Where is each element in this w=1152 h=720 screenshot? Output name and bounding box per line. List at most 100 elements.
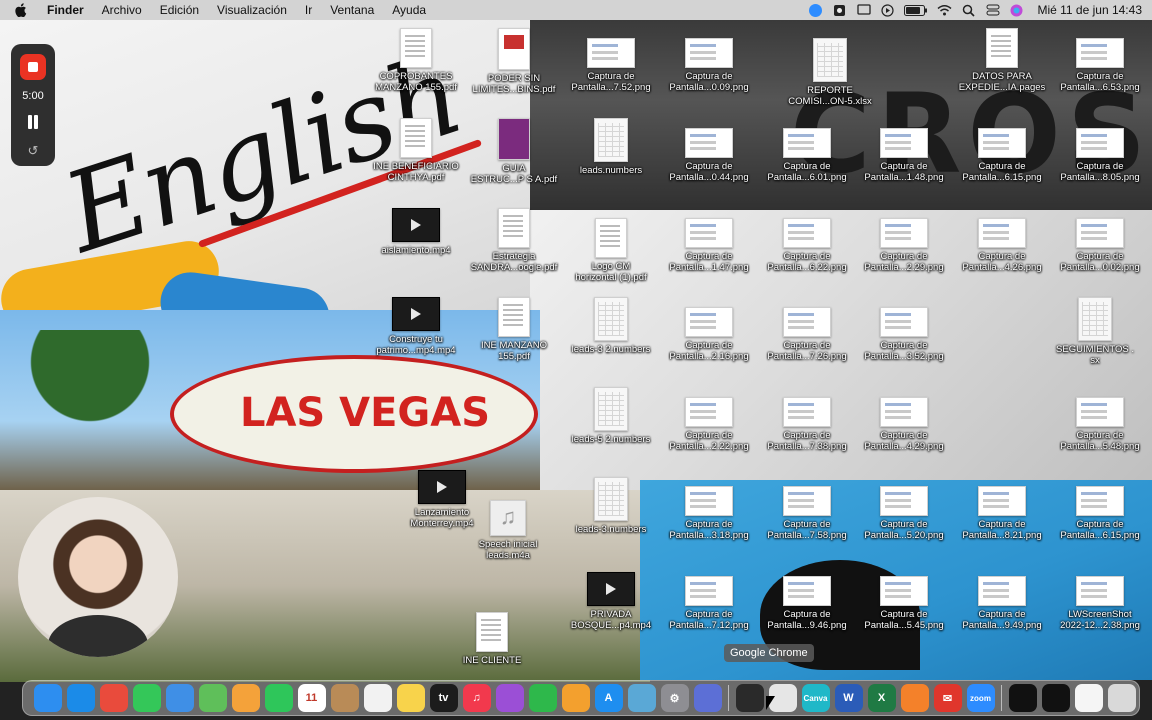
desktop-file-icon[interactable]: Captura de Pantalla...8.21.png [952, 486, 1052, 541]
desktop-file-icon[interactable]: Captura de Pantalla...6.15.png [952, 128, 1052, 183]
window-thumb-1-icon[interactable] [1008, 684, 1037, 712]
tv-icon[interactable]: tv [429, 684, 458, 712]
desktop-file-icon[interactable]: PODER SIN LIMITES...BINS.pdf [464, 28, 564, 95]
settings-icon[interactable]: ⚙ [660, 684, 689, 712]
desktop-file-icon[interactable]: Captura de Pantalla...2.22.png [659, 397, 759, 452]
desktop-file-icon[interactable]: Captura de Pantalla...3.52.png [854, 307, 954, 362]
pages-icon[interactable] [561, 684, 590, 712]
desktop-file-icon[interactable]: Captura de Pantalla...6.15.png [1050, 486, 1150, 541]
menu-clock[interactable]: Mié 11 de jun 14:43 [1037, 3, 1142, 17]
desktop-file-icon[interactable]: LWScreenShot 2022-12...2.38.png [1050, 576, 1150, 631]
trash-icon[interactable] [1107, 684, 1136, 712]
imovie-icon[interactable] [693, 684, 722, 712]
desktop-file-icon[interactable]: Captura de Pantalla...1.48.png [854, 128, 954, 183]
window-thumb-3-icon[interactable] [1074, 684, 1103, 712]
numbers-icon[interactable] [528, 684, 557, 712]
siri-icon[interactable] [1009, 4, 1024, 17]
stop-recording-button[interactable] [20, 54, 46, 80]
contacts-icon[interactable] [330, 684, 359, 712]
safari-icon[interactable] [66, 684, 95, 712]
desktop-file-icon[interactable]: PRIVADA BOSQUE...p4.mp4 [561, 572, 661, 631]
desktop-file-icon[interactable]: Captura de Pantalla...7.12.png [659, 576, 759, 631]
menu-visualizacion[interactable]: Visualización [208, 3, 296, 17]
zoom-icon[interactable]: zoom [966, 684, 995, 712]
desktop-file-icon[interactable]: DATOS PARA EXPEDIE...IA.pages [952, 28, 1052, 93]
desktop-file-icon[interactable]: REPORTE COMISI...ON-5.xlsx [780, 38, 880, 107]
desktop-file-icon[interactable]: Captura de Pantalla...8.05.png [1050, 128, 1150, 183]
menu-ayuda[interactable]: Ayuda [383, 3, 435, 17]
apple-logo-icon[interactable] [14, 3, 28, 17]
desktop-file-icon[interactable]: Captura de Pantalla...0.44.png [659, 128, 759, 183]
desktop-file-icon[interactable]: INE MANZANO 155.pdf [464, 297, 564, 362]
notes-icon[interactable] [396, 684, 425, 712]
maps-icon[interactable] [198, 684, 227, 712]
play-icon[interactable] [880, 3, 895, 17]
desktop-file-icon[interactable]: Captura de Pantalla...7.38.png [757, 397, 857, 452]
search-icon[interactable] [961, 4, 976, 17]
zoom-status-icon[interactable] [808, 3, 823, 17]
desktop-file-icon[interactable]: Captura de Pantalla...6.01.png [757, 128, 857, 183]
mail-icon[interactable] [165, 684, 194, 712]
menu-app-name[interactable]: Finder [38, 3, 93, 17]
desktop-file-icon[interactable]: Captura de Pantalla...2.29.png [854, 218, 954, 273]
desktop-file-icon[interactable]: Captura de Pantalla...7.26.png [757, 307, 857, 362]
books-icon[interactable] [900, 684, 929, 712]
calendar-icon[interactable]: 11 [297, 684, 326, 712]
menu-archivo[interactable]: Archivo [93, 3, 151, 17]
desktop-file-icon[interactable]: Captura de Pantalla...6.22.png [757, 218, 857, 273]
desktop-file-icon[interactable]: Captura de Pantalla...0.02.png [1050, 218, 1150, 273]
desktop-file-icon[interactable]: Speech inicialleads.m4a [458, 500, 558, 561]
desktop-file-icon[interactable]: SEGUIMIENTOS . sx [1045, 297, 1145, 366]
photos-icon[interactable] [231, 684, 260, 712]
screen-icon[interactable] [856, 4, 871, 17]
desktop-file-icon[interactable]: Estrategia SANDRA...oogle.pdf [464, 208, 564, 273]
menu-ventana[interactable]: Ventana [321, 3, 383, 17]
gear-icon[interactable] [832, 4, 847, 17]
window-thumb-2-icon[interactable] [1041, 684, 1070, 712]
preview-icon[interactable] [627, 684, 656, 712]
webcam-bubble[interactable] [18, 497, 178, 657]
desktop-file-icon[interactable]: Construye tu patrimo...mp4.mp4 [366, 297, 466, 356]
desktop-file-icon[interactable]: GUIA ESTRUC...P S A.pdf [464, 118, 564, 185]
desktop-file-icon[interactable]: Captura de Pantalla...7.58.png [757, 486, 857, 541]
messages-icon[interactable] [132, 684, 161, 712]
battery-icon[interactable] [904, 4, 928, 17]
desktop-file-icon[interactable]: Captura de Pantalla...2.16.png [659, 307, 759, 362]
wifi-icon[interactable] [937, 4, 952, 17]
desktop-file-icon[interactable]: INE BENEFICIARIO CINTHYA.pdf [366, 118, 466, 183]
quicktime-icon[interactable] [735, 684, 764, 712]
desktop-file-icon[interactable]: Captura de Pantalla...1.47.png [659, 218, 759, 273]
control-center-icon[interactable] [985, 4, 1000, 17]
reminders-icon[interactable] [363, 684, 392, 712]
desktop-file-icon[interactable]: Captura de Pantalla...3.18.png [659, 486, 759, 541]
excel-icon[interactable]: X [867, 684, 896, 712]
mailapp-icon[interactable]: ✉ [933, 684, 962, 712]
desktop-file-icon[interactable]: Captura de Pantalla...7.52.png [561, 38, 661, 93]
desktop-file-icon[interactable]: leads-5 2.numbers [561, 387, 661, 445]
desktop-file-icon[interactable]: Captura de Pantalla...4.26.png [952, 218, 1052, 273]
menu-ir[interactable]: Ir [296, 3, 321, 17]
music-icon[interactable]: ♫ [462, 684, 491, 712]
podcasts-icon[interactable] [495, 684, 524, 712]
desktop-file-icon[interactable]: COPROBANTES MANZANO 155.pdf [366, 28, 466, 93]
menu-edicion[interactable]: Edición [151, 3, 208, 17]
canva-icon[interactable]: Canva [801, 684, 830, 712]
desktop-file-icon[interactable]: Captura de Pantalla...5.48.png [1050, 397, 1150, 452]
desktop-file-icon[interactable]: leads-3.numbers [561, 477, 661, 535]
desktop-file-icon[interactable]: Captura de Pantalla...9.49.png [952, 576, 1052, 631]
desktop-file-icon[interactable]: Captura de Pantalla...5.20.png [854, 486, 954, 541]
desktop-file-icon[interactable]: INE CLIENTE [442, 612, 542, 666]
desktop-file-icon[interactable]: leads-3 2.numbers [561, 297, 661, 355]
restart-icon[interactable]: ↺ [25, 144, 41, 158]
desktop-file-icon[interactable]: leads.numbers [561, 118, 661, 176]
desktop-file-icon[interactable]: aislamiento.mp4 [366, 208, 466, 256]
launchpad-icon[interactable] [99, 684, 128, 712]
desktop-file-icon[interactable]: Captura de Pantalla...4.29.png [854, 397, 954, 452]
desktop-file-icon[interactable]: Captura de Pantalla...6.53.png [1050, 38, 1150, 93]
word-icon[interactable]: W [834, 684, 863, 712]
appstore-icon[interactable]: A [594, 684, 623, 712]
facetime-icon[interactable] [264, 684, 293, 712]
desktop-file-icon[interactable]: Captura de Pantalla...5.45.png [854, 576, 954, 631]
finder-icon[interactable] [33, 684, 62, 712]
desktop-file-icon[interactable]: Captura de Pantalla...0.09.png [659, 38, 759, 93]
